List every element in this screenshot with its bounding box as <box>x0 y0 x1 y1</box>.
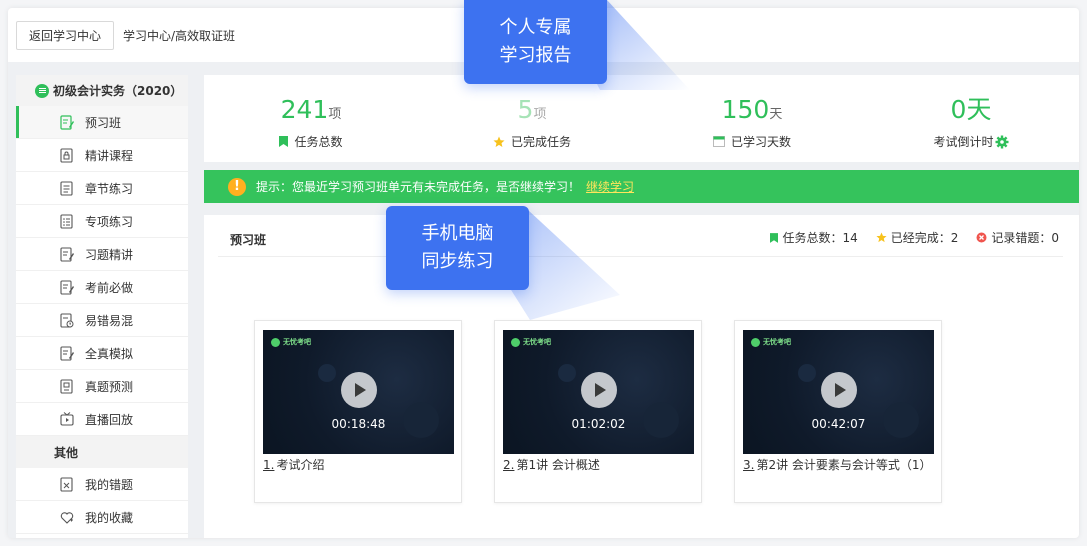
stat-value: 0天 <box>950 95 992 124</box>
callout-sync-practice: 手机电脑 同步练习 <box>386 206 529 290</box>
error-circle-icon <box>976 232 987 243</box>
doc-clock-icon <box>60 312 74 328</box>
stat-exam-countdown: 0天 考试倒计时 <box>871 75 1071 150</box>
count-label: 已经完成：2 <box>890 231 959 245</box>
sidebar-item-full-mock[interactable]: 全真模拟 <box>16 337 188 370</box>
sidebar-item-label: 全真模拟 <box>85 346 134 361</box>
gear-icon[interactable] <box>995 135 1009 149</box>
sidebar-item-preview-class[interactable]: 预习班 <box>16 106 188 139</box>
stat-label: 任务总数 <box>294 135 343 149</box>
sidebar-item-label: 章节练习 <box>85 181 134 196</box>
video-title[interactable]: 3. 第2讲 会计要素与会计等式（1） <box>743 456 932 473</box>
stat-value: 241 <box>280 95 329 124</box>
stat-unit: 项 <box>533 107 547 122</box>
continue-learning-banner: ! 提示：您最近学习预习班单元有未完成任务，是否继续学习！ 继续学习 <box>204 170 1079 203</box>
count-label: 任务总数：14 <box>782 231 858 245</box>
video-card[interactable]: 无忧考吧 00:18:48 1. 考试介绍 <box>254 320 462 503</box>
star-icon <box>876 232 887 243</box>
doc-lines-icon <box>60 180 74 196</box>
sidebar-item-label: 真题预测 <box>85 379 134 394</box>
video-duration: 01:02:02 <box>571 417 626 431</box>
play-icon[interactable] <box>581 372 617 408</box>
star-icon <box>493 136 505 148</box>
stat-unit: 项 <box>328 107 342 122</box>
sidebar-item-my-mistakes[interactable]: 我的错题 <box>16 468 188 501</box>
video-title[interactable]: 2. 第1讲 会计概述 <box>503 456 600 473</box>
sidebar-group-other: 其他 <box>16 436 188 468</box>
sidebar-item-label: 专项练习 <box>85 214 134 229</box>
sidebar-item-label: 直播回放 <box>85 412 134 427</box>
video-card[interactable]: 无忧考吧 00:42:07 3. 第2讲 会计要素与会计等式（1） <box>734 320 942 503</box>
stat-label: 已完成任务 <box>510 135 571 149</box>
doc-pen-icon <box>60 279 74 295</box>
play-icon[interactable] <box>821 372 857 408</box>
stat-label: 已学习天数 <box>730 135 791 149</box>
banner-text: 提示：您最近学习预习班单元有未完成任务，是否继续学习！ <box>256 180 581 194</box>
course-title: 初级会计实务（2020） <box>53 84 183 98</box>
doc-box-icon <box>60 378 74 394</box>
continue-learning-link[interactable]: 继续学习 <box>586 178 634 195</box>
sidebar-item-live-replay[interactable]: 直播回放 <box>16 403 188 436</box>
count-completed: 已经完成：2 <box>876 229 959 246</box>
warning-icon: ! <box>228 177 246 196</box>
sidebar-course-header[interactable]: 初级会计实务（2020） <box>16 75 188 106</box>
edit-note-icon <box>60 114 74 130</box>
sidebar-item-must-do[interactable]: 考前必做 <box>16 271 188 304</box>
video-card[interactable]: 无忧考吧 01:02:02 2. 第1讲 会计概述 <box>494 320 702 503</box>
video-duration: 00:18:48 <box>331 417 386 431</box>
bookmark-icon <box>279 136 289 147</box>
play-icon[interactable] <box>341 372 377 408</box>
panel-title: 预习班 <box>230 233 267 247</box>
sidebar-item-label: 精讲课程 <box>85 148 134 163</box>
count-mistakes: 记录错题：0 <box>976 229 1059 246</box>
breadcrumb: 学习中心/高效取证班 <box>123 28 236 43</box>
panel-counts: 任务总数：14 已经完成：2 记录错题：0 <box>752 229 1059 246</box>
sidebar-item-label: 考前必做 <box>85 280 134 295</box>
video-thumbnail[interactable]: 无忧考吧 00:42:07 <box>743 330 934 454</box>
tv-icon <box>60 411 74 427</box>
brand-logo: 无忧考吧 <box>511 337 551 347</box>
doc-lock-icon <box>60 147 74 163</box>
sidebar-item-chapter-practice[interactable]: 章节练习 <box>16 172 188 205</box>
doc-pen-icon <box>60 345 74 361</box>
count-label: 记录错题：0 <box>991 231 1059 245</box>
video-thumbnail[interactable]: 无忧考吧 01:02:02 <box>503 330 694 454</box>
video-thumbnail[interactable]: 无忧考吧 00:18:48 <box>263 330 454 454</box>
stat-unit: 天 <box>769 107 783 122</box>
sidebar-item-label: 易错易混 <box>85 313 134 328</box>
count-total: 任务总数：14 <box>770 229 858 246</box>
stat-value: 150 <box>721 95 770 124</box>
sidebar-item-exam-prediction[interactable]: 真题预测 <box>16 370 188 403</box>
panel-header: 预习班 任务总数：14 已经完成：2 记录错题：0 <box>218 215 1063 257</box>
back-to-center-button[interactable]: 返回学习中心 <box>16 20 114 50</box>
brand-logo: 无忧考吧 <box>751 337 791 347</box>
stat-value: 5 <box>517 95 534 124</box>
doc-list-icon <box>60 213 74 229</box>
doc-pen-icon <box>60 246 74 262</box>
sidebar-item-my-favorites[interactable]: 我的收藏 <box>16 501 188 534</box>
callout-personal-report: 个人专属 学习报告 <box>464 0 607 84</box>
heart-plus-icon <box>60 510 74 525</box>
sidebar-item-label: 我的收藏 <box>85 510 134 525</box>
video-duration: 00:42:07 <box>811 417 866 431</box>
stat-total-tasks: 241项 任务总数 <box>211 75 411 150</box>
preview-class-panel: 预习班 任务总数：14 已经完成：2 记录错题：0 无忧考吧 00:18:48 … <box>204 215 1079 538</box>
sidebar-item-exercise-explain[interactable]: 习题精讲 <box>16 238 188 271</box>
calendar-icon <box>712 136 725 147</box>
sidebar-item-label: 我的错题 <box>85 477 134 492</box>
sidebar: 初级会计实务（2020） 预习班 精讲课程 章节练习 专项练习 习题精讲 考前必… <box>16 75 188 538</box>
doc-x-icon <box>60 476 74 492</box>
video-title[interactable]: 1. 考试介绍 <box>263 456 324 473</box>
sidebar-item-lectures[interactable]: 精讲课程 <box>16 139 188 172</box>
sidebar-item-error-prone[interactable]: 易错易混 <box>16 304 188 337</box>
sidebar-item-label: 习题精讲 <box>85 247 134 262</box>
bookmark-icon <box>770 232 779 243</box>
sidebar-item-label: 预习班 <box>85 115 122 130</box>
sidebar-item-special-practice[interactable]: 专项练习 <box>16 205 188 238</box>
stat-label: 考试倒计时 <box>933 135 994 149</box>
brand-logo: 无忧考吧 <box>271 337 311 347</box>
menu-icon <box>35 83 49 98</box>
